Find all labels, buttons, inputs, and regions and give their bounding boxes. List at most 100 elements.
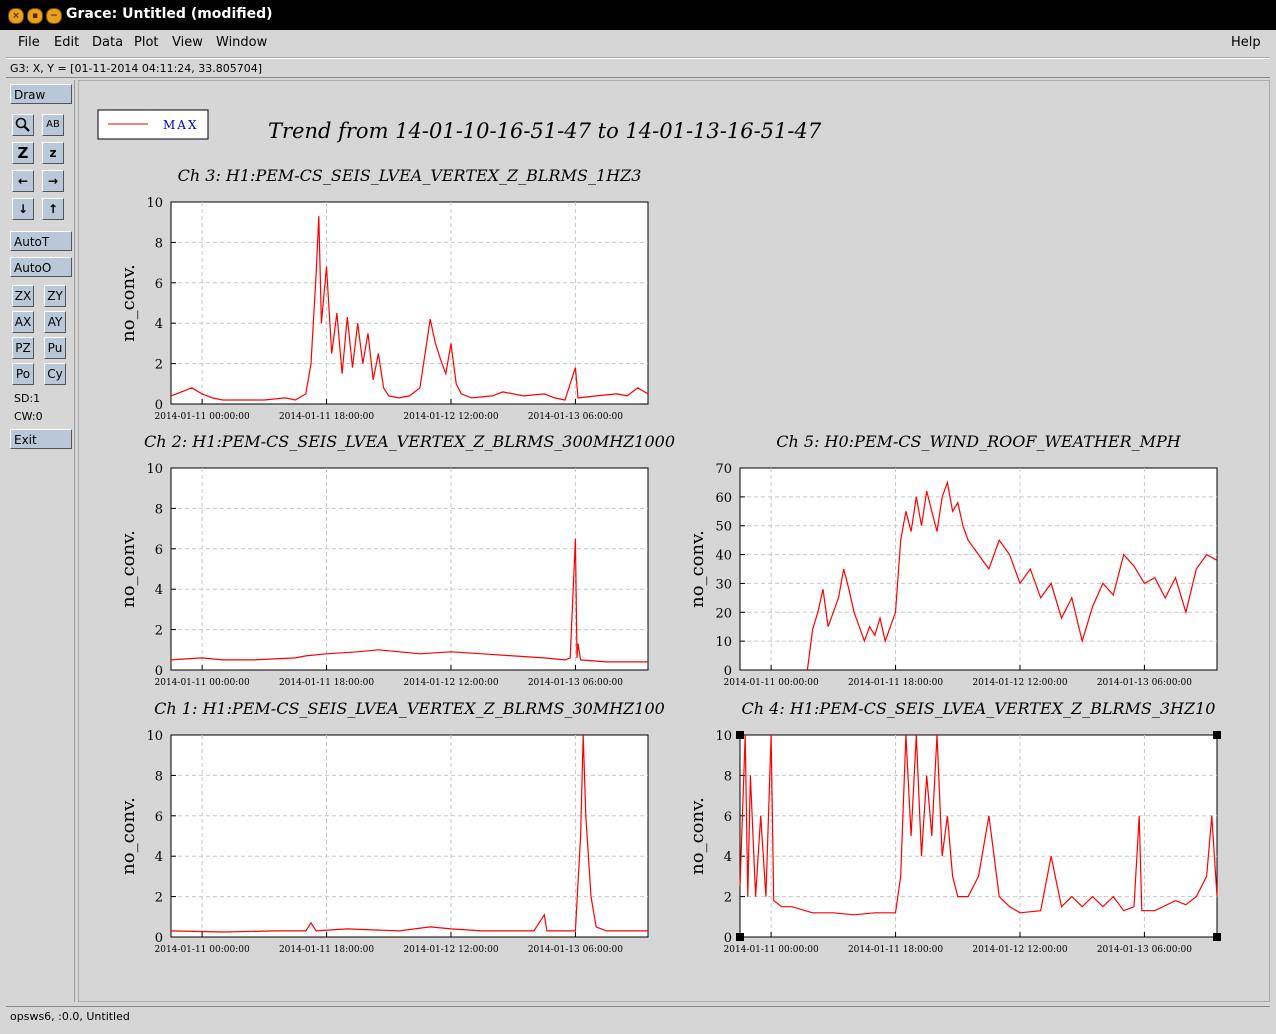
- title-bar: × ▪ − Grace: Untitled (modified): [0, 0, 1276, 30]
- x-tick-label: 2014-01-11 00:00:00: [155, 678, 250, 688]
- main-title: Trend from 14-01-10-16-51-47 to 14-01-13…: [268, 119, 822, 143]
- y-tick-label: 30: [715, 577, 732, 592]
- window-title: Grace: Untitled (modified): [66, 6, 273, 22]
- maximize-window-icon[interactable]: ▪: [27, 8, 43, 24]
- x-tick-label: 2014-01-11 18:00:00: [848, 678, 943, 688]
- grace-window: × ▪ − Grace: Untitled (modified) File Ed…: [0, 0, 1276, 1034]
- menu-window[interactable]: Window: [216, 35, 267, 50]
- y-tick-label: 2: [724, 891, 732, 906]
- y-tick-label: 50: [715, 520, 732, 535]
- cw-label: CW:0: [14, 410, 43, 423]
- selection-handle[interactable]: [1213, 731, 1221, 739]
- graph-2[interactable]: 0 2 4 6 8 10 2014-01-11 00:00:00 2014-01-11 18:…: [118, 432, 675, 688]
- x-tick-label: 2014-01-12 12:00:00: [403, 678, 498, 688]
- y-tick-label: 6: [155, 543, 163, 558]
- y-tick-label: 2: [155, 891, 163, 906]
- selection-handle[interactable]: [736, 731, 744, 739]
- graph-frame[interactable]: [739, 734, 1218, 938]
- graph-title: Ch 1: H1:PEM-CS_SEIS_LVEA_VERTEX_Z_BLRMS…: [154, 699, 665, 718]
- menu-data[interactable]: Data: [92, 35, 123, 50]
- graph-1[interactable]: 0 2 4 6 8 10 2014-01-11 00:00:00 2014-01-11 18:…: [118, 166, 649, 422]
- scroll-right-button[interactable]: →: [42, 170, 64, 192]
- menu-edit[interactable]: Edit: [54, 35, 79, 50]
- y-tick-label: 8: [155, 502, 163, 517]
- legend-label: MAX: [163, 118, 199, 132]
- y-tick-label: 0: [155, 664, 163, 679]
- draw-button[interactable]: Draw: [10, 84, 72, 104]
- graph-title: Ch 2: H1:PEM-CS_SEIS_LVEA_VERTEX_Z_BLRMS…: [144, 432, 675, 451]
- zoom-button[interactable]: [12, 114, 34, 136]
- zoom-x-button[interactable]: Z: [12, 142, 34, 164]
- tool-panel: Draw AB Z z ← → ↓ ↑ AutoT AutoO ZX ZY AX…: [6, 80, 75, 1002]
- selection-handle[interactable]: [1213, 933, 1221, 941]
- x-tick-label: 2014-01-12 12:00:00: [403, 412, 498, 422]
- po-button[interactable]: Po: [12, 363, 34, 385]
- exit-button[interactable]: Exit: [10, 429, 72, 449]
- ax-button[interactable]: AX: [12, 311, 34, 333]
- graph-title: Ch 3: H1:PEM-CS_SEIS_LVEA_VERTEX_Z_BLRMS…: [178, 166, 642, 185]
- zoom-y-button[interactable]: z: [42, 142, 64, 164]
- x-tick-label: 2014-01-13 06:00:00: [528, 412, 623, 422]
- zy-button[interactable]: ZY: [44, 285, 66, 307]
- menu-plot[interactable]: Plot: [134, 35, 159, 50]
- y-tick-label: 40: [715, 549, 732, 564]
- x-tick-label: 2014-01-12 12:00:00: [972, 678, 1067, 688]
- pu-button[interactable]: Pu: [44, 337, 66, 359]
- graph-title: Ch 5: H0:PEM-CS_WIND_ROOF_WEATHER_MPH: [776, 432, 1182, 451]
- close-window-icon[interactable]: ×: [8, 8, 24, 24]
- text-tool-button[interactable]: AB: [42, 114, 64, 136]
- coordinate-readout: G3: X, Y = [01-11-2014 04:11:24, 33.8057…: [6, 58, 1270, 78]
- y-tick-label: 70: [715, 462, 732, 477]
- menu-view[interactable]: View: [172, 35, 203, 50]
- x-tick-label: 2014-01-11 18:00:00: [848, 945, 943, 955]
- y-tick-label: 6: [155, 277, 163, 292]
- status-bar: opsws6, :0.0, Untitled: [6, 1006, 1270, 1026]
- scroll-up-button[interactable]: ↑: [42, 198, 64, 220]
- graph-area[interactable]: MAX Trend from 14-01-10-16-51-47 to 14-0…: [79, 81, 1269, 1001]
- ay-button[interactable]: AY: [44, 311, 66, 333]
- y-tick-label: 10: [146, 196, 163, 211]
- x-tick-label: 2014-01-11 00:00:00: [724, 945, 819, 955]
- selection-handle[interactable]: [736, 933, 744, 941]
- menu-help[interactable]: Help: [1231, 35, 1261, 50]
- y-tick-label: 10: [146, 729, 163, 744]
- scroll-left-button[interactable]: ←: [12, 170, 34, 192]
- y-tick-label: 10: [715, 729, 732, 744]
- y-tick-label: 0: [155, 931, 163, 946]
- x-tick-label: 2014-01-12 12:00:00: [403, 945, 498, 955]
- menu-file[interactable]: File: [18, 35, 40, 50]
- graph-title: Ch 4: H1:PEM-CS_SEIS_LVEA_VERTEX_Z_BLRMS…: [742, 699, 1216, 718]
- graph-3[interactable]: 0 10 20 30 40 50 60 70 2014-01-11 00:00:00 2014-0…: [687, 432, 1218, 688]
- sd-label: SD:1: [14, 392, 41, 405]
- y-tick-label: 2: [155, 358, 163, 373]
- x-tick-label: 2014-01-11 00:00:00: [724, 678, 819, 688]
- y-tick-label: 6: [724, 810, 732, 825]
- y-axis-label: no_conv.: [118, 530, 139, 608]
- y-tick-label: 4: [155, 317, 163, 332]
- y-axis-label: no_conv.: [118, 264, 139, 342]
- x-tick-label: 2014-01-11 00:00:00: [155, 412, 250, 422]
- graph-4[interactable]: 0 2 4 6 8 10 2014-01-11 00:00:00 2014-01-11 18:…: [118, 699, 665, 955]
- scroll-down-button[interactable]: ↓: [12, 198, 34, 220]
- graph-5[interactable]: 0 2 4 6 8 10 2014-01-11 00:00:00 2014-01-11 18:…: [687, 699, 1218, 955]
- y-tick-label: 10: [146, 462, 163, 477]
- autoo-button[interactable]: AutoO: [10, 257, 72, 277]
- y-tick-label: 10: [715, 635, 732, 650]
- y-tick-label: 8: [155, 769, 163, 784]
- autot-button[interactable]: AutoT: [10, 231, 72, 251]
- minimize-window-icon[interactable]: −: [46, 8, 62, 24]
- x-tick-label: 2014-01-13 06:00:00: [528, 678, 623, 688]
- x-tick-label: 2014-01-13 06:00:00: [1097, 678, 1192, 688]
- x-tick-label: 2014-01-11 00:00:00: [155, 945, 250, 955]
- y-tick-label: 8: [155, 236, 163, 251]
- pz-button[interactable]: PZ: [12, 337, 34, 359]
- y-tick-label: 4: [155, 850, 163, 865]
- x-tick-label: 2014-01-13 06:00:00: [528, 945, 623, 955]
- x-tick-label: 2014-01-13 06:00:00: [1097, 945, 1192, 955]
- y-axis-label: no_conv.: [687, 797, 708, 875]
- zx-button[interactable]: ZX: [12, 285, 34, 307]
- y-tick-label: 8: [724, 769, 732, 784]
- menu-bar: File Edit Data Plot View Window Help: [6, 30, 1270, 58]
- cy-button[interactable]: Cy: [44, 363, 66, 385]
- plot-canvas[interactable]: MAX Trend from 14-01-10-16-51-47 to 14-0…: [78, 80, 1270, 1002]
